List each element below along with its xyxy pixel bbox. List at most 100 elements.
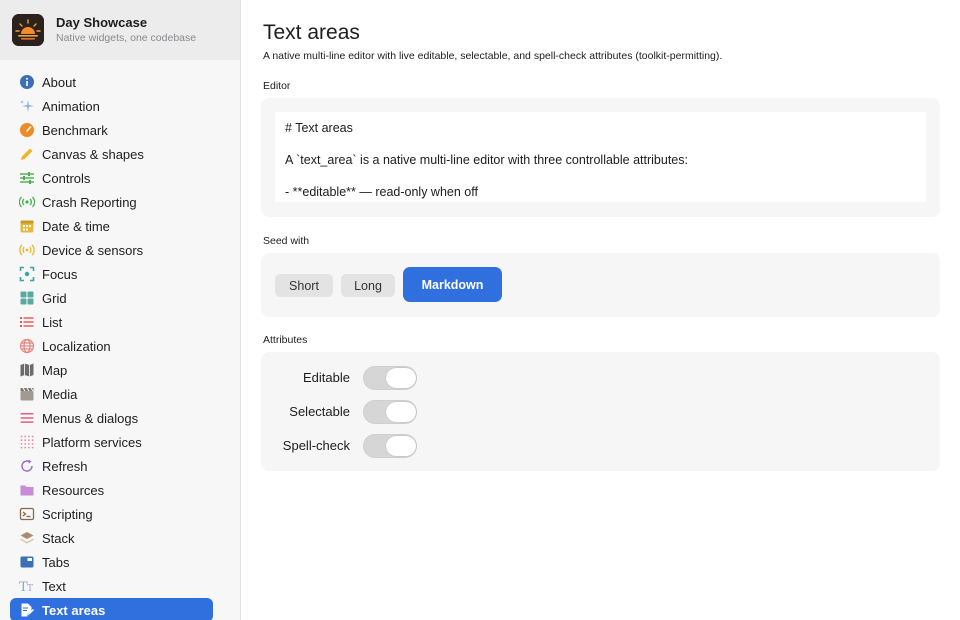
sidebar-item-benchmark[interactable]: Benchmark bbox=[10, 118, 213, 142]
sidebar-item-map[interactable]: Map bbox=[10, 358, 213, 382]
sidebar-item-crash-reporting[interactable]: Crash Reporting bbox=[10, 190, 213, 214]
sidebar-nav: About Animation Benchmark Canvas & shapes Co… bbox=[10, 70, 213, 620]
sidebar-item-label: Animation bbox=[42, 98, 100, 114]
sidebar-item-label: Benchmark bbox=[42, 122, 108, 138]
app-logo-icon bbox=[12, 14, 44, 46]
app-name: Day Showcase bbox=[56, 15, 148, 30]
page-title: Text areas bbox=[263, 21, 360, 44]
sidebar-item-label: Scripting bbox=[42, 506, 93, 522]
sidebar-item-platform-services[interactable]: Platform services bbox=[10, 430, 213, 454]
sidebar-item-animation[interactable]: Animation bbox=[10, 94, 213, 118]
text-edit-icon bbox=[19, 602, 35, 618]
focus-frame-icon bbox=[19, 266, 35, 282]
sidebar-item-list[interactable]: List bbox=[10, 310, 213, 334]
sidebar: Day Showcase Native widgets, one codebas… bbox=[0, 0, 241, 620]
spellcheck-label: Spell-check bbox=[282, 438, 350, 453]
sidebar-item-label: Stack bbox=[42, 530, 75, 546]
selectable-label: Selectable bbox=[289, 404, 350, 419]
sidebar-item-label: Text bbox=[42, 578, 66, 594]
clapperboard-icon bbox=[19, 386, 35, 402]
editor-line: - **editable** — read-only when off bbox=[285, 185, 478, 199]
editor-line: A `text_area` is a native multi-line edi… bbox=[285, 153, 688, 167]
app-header: Day Showcase Native widgets, one codebas… bbox=[0, 0, 240, 60]
toggle-knob bbox=[386, 368, 416, 388]
map-icon bbox=[19, 362, 35, 378]
attributes-panel: Editable Selectable Spell-check bbox=[261, 352, 940, 471]
sidebar-item-resources[interactable]: Resources bbox=[10, 478, 213, 502]
sidebar-item-date-time[interactable]: Date & time bbox=[10, 214, 213, 238]
sidebar-item-media[interactable]: Media bbox=[10, 382, 213, 406]
sidebar-item-grid[interactable]: Grid bbox=[10, 286, 213, 310]
sparkles-icon bbox=[19, 98, 35, 114]
selectable-toggle[interactable] bbox=[363, 400, 417, 424]
grid-icon bbox=[19, 290, 35, 306]
attribute-row-editable: Editable bbox=[261, 365, 940, 391]
sidebar-item-text[interactable]: T T Text bbox=[10, 574, 213, 598]
page-description: A native multi-line editor with live edi… bbox=[263, 50, 723, 62]
sidebar-item-label: Refresh bbox=[42, 458, 88, 474]
editable-label: Editable bbox=[303, 370, 350, 385]
text-type-icon: TT bbox=[19, 578, 35, 594]
app-subtitle: Native widgets, one codebase bbox=[56, 32, 197, 44]
sidebar-item-device-sensors[interactable]: Device & sensors bbox=[10, 238, 213, 262]
gauge-icon bbox=[19, 122, 35, 138]
sidebar-item-label: Controls bbox=[42, 170, 91, 186]
sidebar-item-label: Device & sensors bbox=[42, 242, 144, 258]
sidebar-item-label: Platform services bbox=[42, 434, 142, 450]
attribute-row-spellcheck: Spell-check bbox=[261, 433, 940, 459]
tabs-icon bbox=[19, 554, 35, 570]
toggle-knob bbox=[386, 436, 416, 456]
sidebar-item-menus-dialogs[interactable]: Menus & dialogs bbox=[10, 406, 213, 430]
sidebar-item-about[interactable]: About bbox=[10, 70, 213, 94]
editor-line: - **selectable** — ungrabbable when sele… bbox=[285, 200, 916, 202]
seed-long-button[interactable]: Long bbox=[341, 274, 395, 297]
sidebar-item-label: Map bbox=[42, 362, 68, 378]
sidebar-item-canvas-shapes[interactable]: Canvas & shapes bbox=[10, 142, 213, 166]
sensor-waves-icon bbox=[19, 242, 35, 258]
seed-markdown-button[interactable]: Markdown bbox=[403, 267, 502, 302]
refresh-icon bbox=[19, 458, 35, 474]
layers-icon bbox=[19, 530, 35, 546]
menu-lines-icon bbox=[19, 410, 35, 426]
svg-text:T: T bbox=[27, 584, 33, 594]
sidebar-item-label: Localization bbox=[42, 338, 111, 354]
sidebar-item-label: Canvas & shapes bbox=[42, 146, 144, 162]
sidebar-item-localization[interactable]: Localization bbox=[10, 334, 213, 358]
info-circle-icon bbox=[19, 74, 35, 90]
editor-panel: # Text areas A `text_area` is a native m… bbox=[261, 98, 940, 217]
spellcheck-toggle[interactable] bbox=[363, 434, 417, 458]
sidebar-item-label: Crash Reporting bbox=[42, 194, 137, 210]
sidebar-item-label: Focus bbox=[42, 266, 78, 282]
seed-section-label: Seed with bbox=[263, 235, 310, 247]
sidebar-item-label: Grid bbox=[42, 290, 67, 306]
terminal-icon bbox=[19, 506, 35, 522]
folder-icon bbox=[19, 482, 35, 498]
editable-toggle[interactable] bbox=[363, 366, 417, 390]
editor-section-label: Editor bbox=[263, 80, 291, 92]
seed-panel: Short Long Markdown bbox=[261, 253, 940, 317]
pencil-icon bbox=[19, 146, 35, 162]
sidebar-item-stack[interactable]: Stack bbox=[10, 526, 213, 550]
sidebar-item-controls[interactable]: Controls bbox=[10, 166, 213, 190]
sidebar-item-label: Menus & dialogs bbox=[42, 410, 139, 426]
sidebar-item-label: Date & time bbox=[42, 218, 110, 234]
calendar-icon bbox=[19, 218, 35, 234]
text-area-editor[interactable]: # Text areas A `text_area` is a native m… bbox=[275, 112, 926, 202]
sidebar-item-text-areas[interactable]: Text areas bbox=[10, 598, 213, 620]
sidebar-item-label: Resources bbox=[42, 482, 105, 498]
seed-short-button[interactable]: Short bbox=[275, 274, 333, 297]
sliders-icon bbox=[19, 170, 35, 186]
sidebar-item-label: List bbox=[42, 314, 63, 330]
sidebar-item-label: About bbox=[42, 74, 76, 90]
attribute-row-selectable: Selectable bbox=[261, 399, 940, 425]
sidebar-item-scripting[interactable]: Scripting bbox=[10, 502, 213, 526]
sidebar-item-refresh[interactable]: Refresh bbox=[10, 454, 213, 478]
sidebar-item-focus[interactable]: Focus bbox=[10, 262, 213, 286]
sidebar-item-tabs[interactable]: Tabs bbox=[10, 550, 213, 574]
dots-grid-icon bbox=[19, 434, 35, 450]
broadcast-icon bbox=[19, 194, 35, 210]
globe-icon bbox=[19, 338, 35, 354]
sidebar-item-label: Media bbox=[42, 386, 78, 402]
